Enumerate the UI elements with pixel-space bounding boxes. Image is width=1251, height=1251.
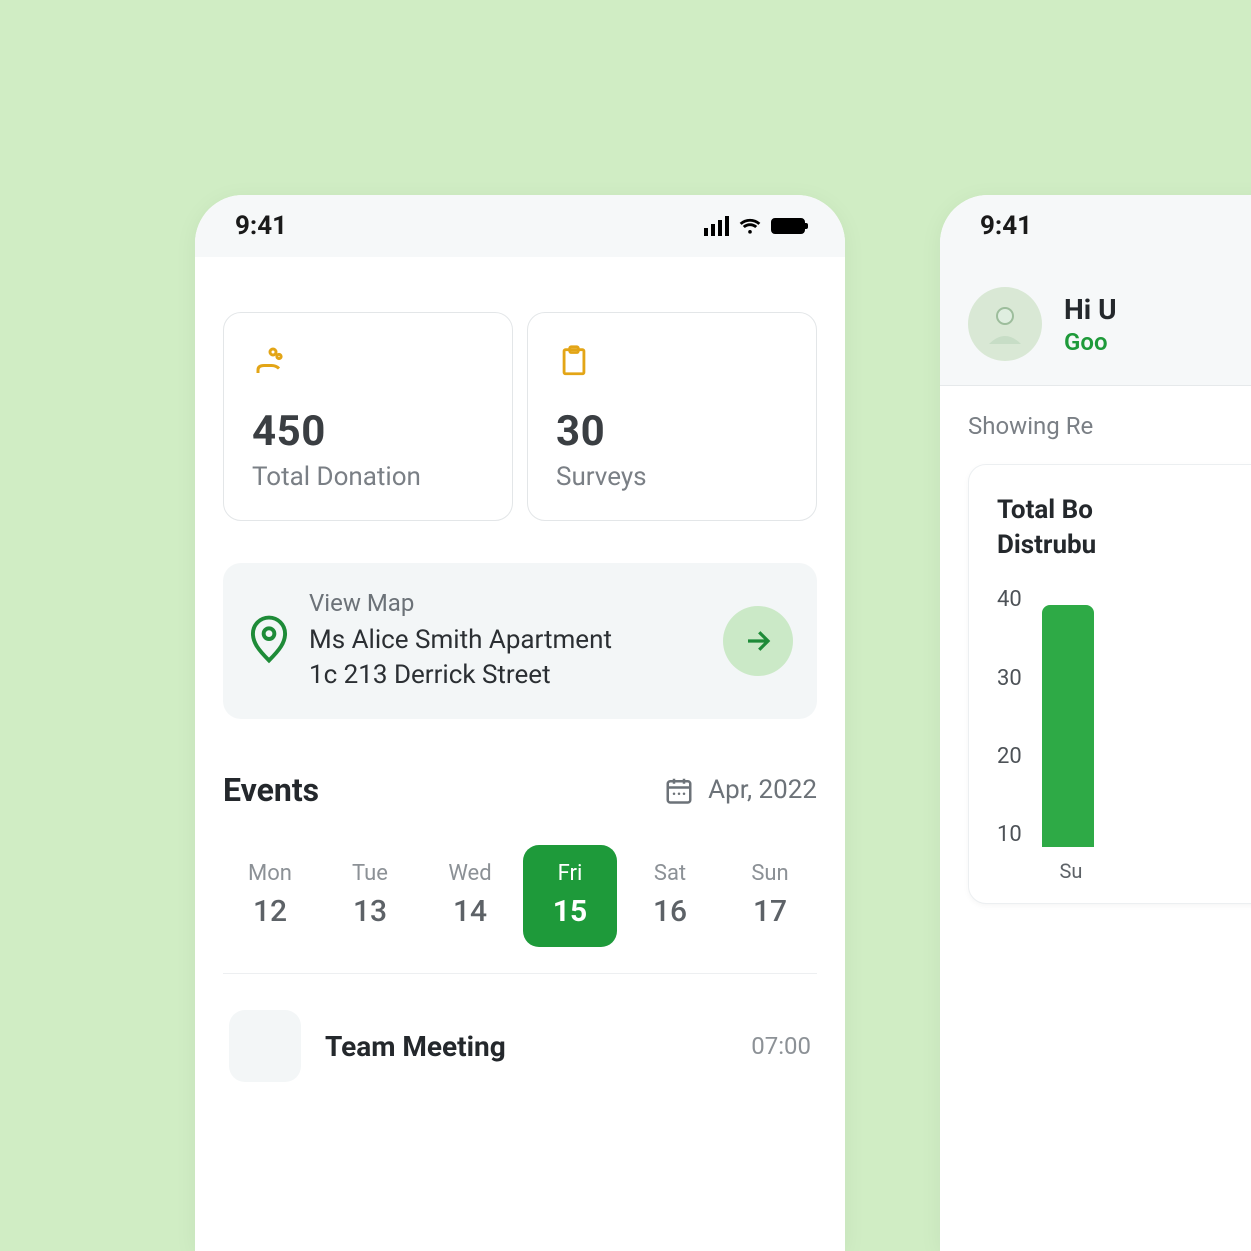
day-of-week: Fri xyxy=(523,861,617,886)
greeting-name: Hi U xyxy=(1064,293,1117,326)
battery-icon xyxy=(771,218,805,234)
y-tick: 10 xyxy=(997,822,1022,847)
address-line-2: 1c 213 Derrick Street xyxy=(309,658,705,693)
day-cell[interactable]: Wed 14 xyxy=(423,845,517,947)
metric-value: 450 xyxy=(252,407,484,456)
events-header: Events Apr, 2022 xyxy=(223,771,817,809)
day-of-week: Wed xyxy=(423,861,517,886)
open-map-button[interactable] xyxy=(723,606,793,676)
chart-bar xyxy=(1042,605,1094,848)
day-of-week: Sat xyxy=(623,861,717,886)
metric-label: Surveys xyxy=(556,462,788,492)
event-icon xyxy=(229,1010,301,1082)
location-pin-icon xyxy=(247,614,291,668)
distribution-chart-card: Total Bo Distrubu 40 30 20 10 Su xyxy=(968,464,1251,904)
metrics-row: 450 Total Donation 30 Surveys xyxy=(223,312,817,521)
event-title: Team Meeting xyxy=(325,1030,727,1063)
event-time: 07:00 xyxy=(751,1032,811,1060)
greeting-header: Hi U Goo xyxy=(940,257,1251,386)
month-label: Apr, 2022 xyxy=(708,775,817,805)
day-number: 17 xyxy=(723,894,817,929)
day-number: 13 xyxy=(323,894,417,929)
day-of-week: Tue xyxy=(323,861,417,886)
day-number: 14 xyxy=(423,894,517,929)
metric-card-donation[interactable]: 450 Total Donation xyxy=(223,312,513,521)
avatar[interactable] xyxy=(968,287,1042,361)
stats-phone: 9:41 Hi U Goo Showing Re Total Bo Distru… xyxy=(940,195,1251,1251)
address-line-1: Ms Alice Smith Apartment xyxy=(309,623,705,658)
month-picker[interactable]: Apr, 2022 xyxy=(664,775,817,805)
arrow-right-icon xyxy=(743,626,773,656)
status-time: 9:41 xyxy=(235,211,287,241)
day-of-week: Mon xyxy=(223,861,317,886)
status-bar: 9:41 xyxy=(940,195,1251,257)
chart-bars xyxy=(1042,587,1251,847)
chart-y-axis: 40 30 20 10 xyxy=(997,587,1022,847)
y-tick: 20 xyxy=(997,744,1022,769)
wifi-icon xyxy=(739,217,761,235)
cellular-signal-icon xyxy=(704,216,729,236)
events-heading: Events xyxy=(223,771,319,809)
metric-value: 30 xyxy=(556,407,788,456)
day-cell[interactable]: Fri 15 xyxy=(523,845,617,947)
event-item[interactable]: Team Meeting 07:00 xyxy=(223,1010,817,1082)
day-number: 16 xyxy=(623,894,717,929)
y-tick: 40 xyxy=(997,587,1022,612)
day-of-week: Sun xyxy=(723,861,817,886)
metric-label: Total Donation xyxy=(252,462,484,492)
clipboard-icon xyxy=(556,343,592,379)
day-number: 12 xyxy=(223,894,317,929)
day-cell[interactable]: Tue 13 xyxy=(323,845,417,947)
donation-icon xyxy=(252,343,288,379)
status-time: 9:41 xyxy=(980,211,1032,241)
showing-label: Showing Re xyxy=(968,412,1251,440)
view-map-card[interactable]: View Map Ms Alice Smith Apartment 1c 213… xyxy=(223,563,817,719)
x-tick: Su xyxy=(1045,859,1097,883)
view-map-label: View Map xyxy=(309,589,705,617)
chart-title: Total Bo Distrubu xyxy=(997,493,1251,563)
chart-x-axis: Su xyxy=(997,859,1251,883)
greeting-subtext: Goo xyxy=(1064,328,1117,356)
day-number: 15 xyxy=(523,894,617,929)
day-cell[interactable]: Mon 12 xyxy=(223,845,317,947)
status-bar: 9:41 xyxy=(195,195,845,257)
dashboard-phone: 9:41 450 Total Donation 30 Surveys xyxy=(195,195,845,1251)
calendar-icon xyxy=(664,775,694,805)
y-tick: 30 xyxy=(997,666,1022,691)
metric-card-surveys[interactable]: 30 Surveys xyxy=(527,312,817,521)
day-cell[interactable]: Sat 16 xyxy=(623,845,717,947)
week-strip: Mon 12Tue 13Wed 14Fri 15Sat 16Sun 17 xyxy=(223,845,817,974)
day-cell[interactable]: Sun 17 xyxy=(723,845,817,947)
status-icons xyxy=(704,216,805,236)
